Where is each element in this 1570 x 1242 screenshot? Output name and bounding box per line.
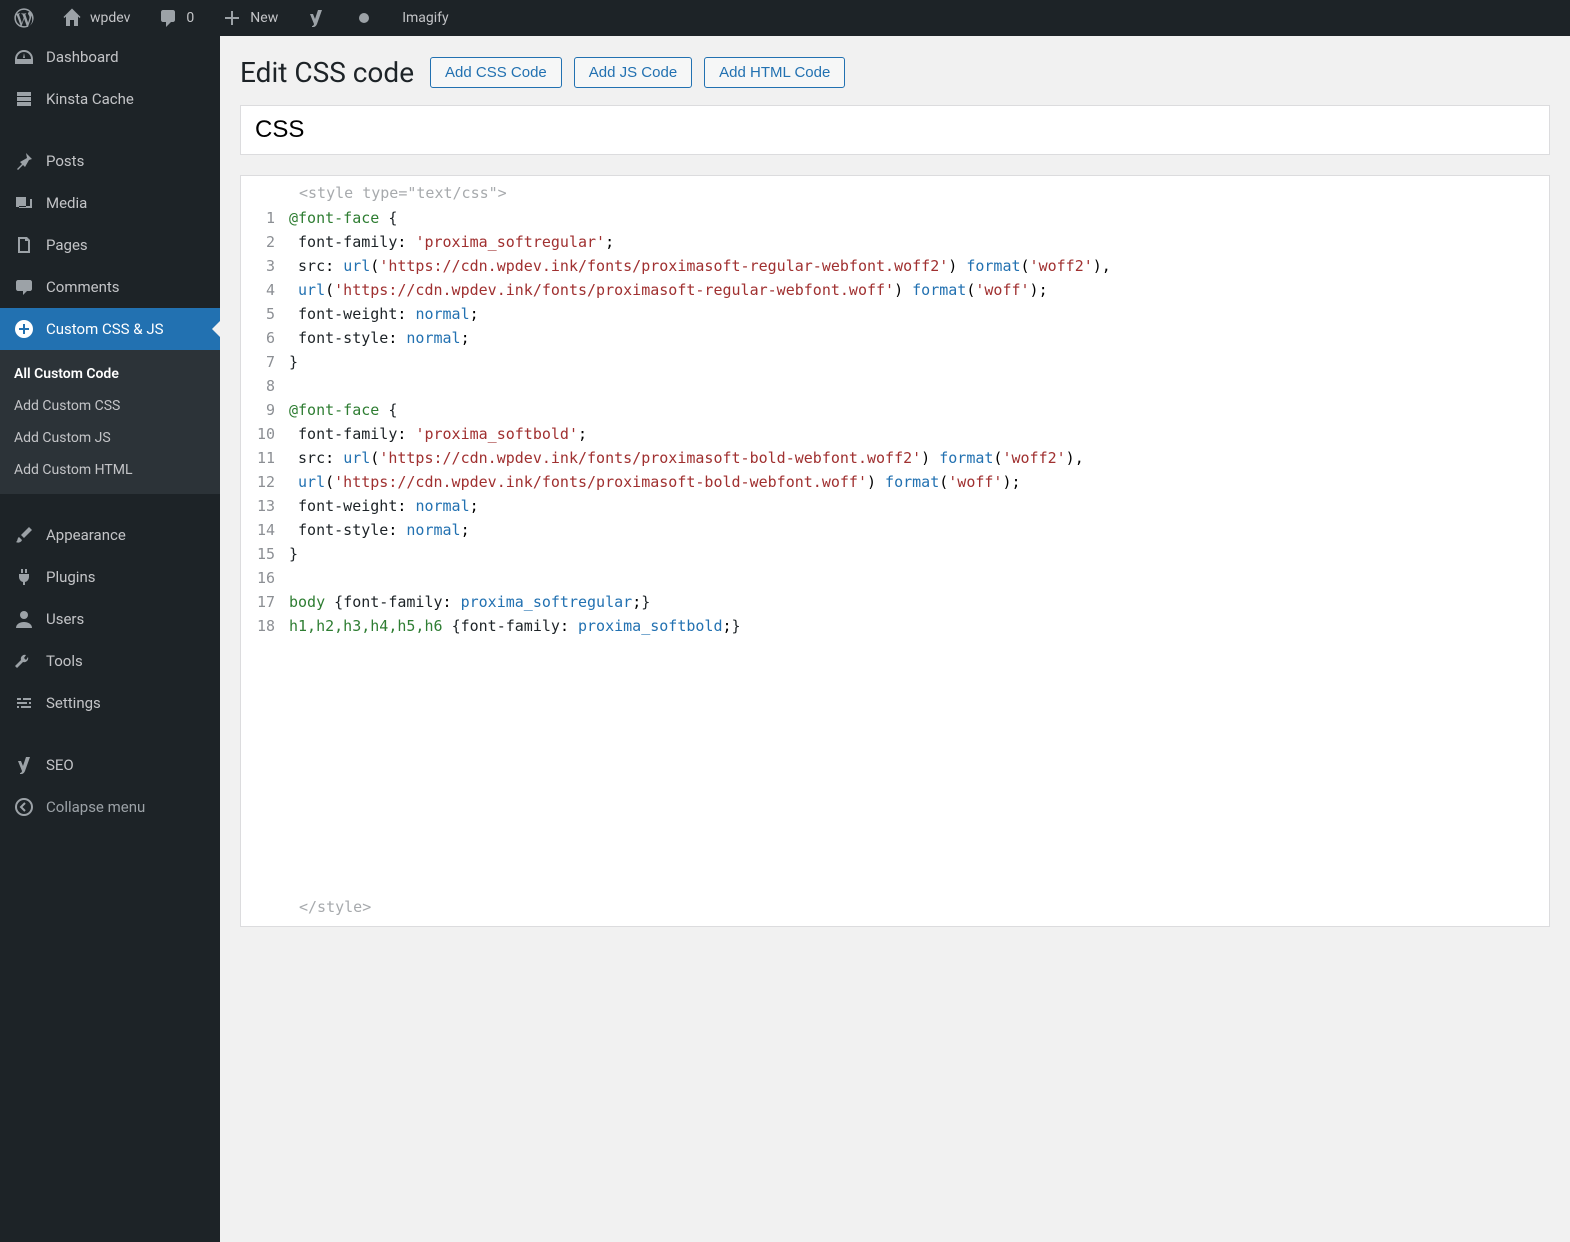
- submenu-item-add-custom-js[interactable]: Add Custom JS: [0, 422, 220, 454]
- yoast-icon: [306, 8, 326, 28]
- collapse-label: Collapse menu: [46, 798, 145, 816]
- admin-toolbar: wpdev 0 New Imagify: [0, 0, 1570, 36]
- editor-open-tag: <style type="text/css">: [241, 176, 1549, 206]
- sidebar-item-label: Plugins: [46, 568, 95, 586]
- sidebar-item-label: SEO: [46, 756, 74, 774]
- circle-icon: [354, 8, 374, 28]
- submenu-item-add-custom-css[interactable]: Add Custom CSS: [0, 390, 220, 422]
- sidebar-item-label: Kinsta Cache: [46, 90, 134, 108]
- plug-icon: [14, 567, 34, 587]
- editor-close-tag: </style>: [241, 638, 1549, 926]
- sidebar-item-users[interactable]: Users: [0, 598, 220, 640]
- status-dot[interactable]: [348, 0, 380, 36]
- sidebar-item-tools[interactable]: Tools: [0, 640, 220, 682]
- sidebar-item-label: Dashboard: [46, 48, 119, 66]
- home-icon: [62, 8, 82, 28]
- code-lines[interactable]: @font-face { font-family: 'proxima_softr…: [289, 206, 1549, 638]
- admin-sidebar: Dashboard Kinsta Cache Posts Media Pages Comm…: [0, 36, 220, 1242]
- sidebar-item-dashboard[interactable]: Dashboard: [0, 36, 220, 78]
- sidebar-item-label: Appearance: [46, 526, 126, 544]
- sidebar-item-settings[interactable]: Settings: [0, 682, 220, 724]
- imagify-link[interactable]: Imagify: [396, 0, 454, 36]
- cache-icon: [14, 89, 34, 109]
- sidebar-item-label: Posts: [46, 152, 84, 170]
- sidebar-item-label: Media: [46, 194, 87, 212]
- sidebar-item-plugins[interactable]: Plugins: [0, 556, 220, 598]
- brush-icon: [14, 525, 34, 545]
- submenu: All Custom CodeAdd Custom CSSAdd Custom …: [0, 350, 220, 494]
- pin-icon: [14, 151, 34, 171]
- page-icon: [14, 235, 34, 255]
- sidebar-item-comments[interactable]: Comments: [0, 266, 220, 308]
- dashboard-icon: [14, 47, 34, 67]
- sidebar-item-label: Settings: [46, 694, 101, 712]
- title-input[interactable]: [240, 105, 1550, 155]
- add-html-button[interactable]: Add HTML Code: [704, 57, 845, 88]
- user-icon: [14, 609, 34, 629]
- page-title: Edit CSS code: [240, 56, 414, 89]
- submenu-item-all-custom-code[interactable]: All Custom Code: [0, 358, 220, 390]
- yoast-link[interactable]: [300, 0, 332, 36]
- sidebar-item-label: Custom CSS & JS: [46, 320, 164, 338]
- comments-link[interactable]: 0: [152, 0, 200, 36]
- media-icon: [14, 193, 34, 213]
- plus-icon: [222, 8, 242, 28]
- code-editor[interactable]: <style type="text/css"> 1234567891011121…: [240, 175, 1550, 927]
- sidebar-item-posts[interactable]: Posts: [0, 140, 220, 182]
- add-js-button[interactable]: Add JS Code: [574, 57, 692, 88]
- code-area[interactable]: 123456789101112131415161718 @font-face {…: [241, 206, 1549, 638]
- seo-icon: [14, 755, 34, 775]
- sidebar-item-appearance[interactable]: Appearance: [0, 514, 220, 556]
- line-gutter: 123456789101112131415161718: [241, 206, 289, 638]
- sidebar-item-label: Pages: [46, 236, 88, 254]
- sidebar-item-label: Users: [46, 610, 84, 628]
- comment-icon: [14, 277, 34, 297]
- imagify-label: Imagify: [402, 10, 448, 26]
- wrench-icon: [14, 651, 34, 671]
- plus-icon: [14, 319, 34, 339]
- sidebar-item-media[interactable]: Media: [0, 182, 220, 224]
- wp-logo[interactable]: [8, 0, 40, 36]
- sidebar-item-seo[interactable]: SEO: [0, 744, 220, 786]
- add-css-button[interactable]: Add CSS Code: [430, 57, 562, 88]
- sidebar-item-custom-css-js[interactable]: Custom CSS & JS: [0, 308, 220, 350]
- app-body: Dashboard Kinsta Cache Posts Media Pages Comm…: [0, 36, 1570, 1242]
- site-link[interactable]: wpdev: [56, 0, 136, 36]
- sidebar-item-label: Tools: [46, 652, 83, 670]
- sidebar-item-kinsta-cache[interactable]: Kinsta Cache: [0, 78, 220, 120]
- sliders-icon: [14, 693, 34, 713]
- collapse-menu[interactable]: Collapse menu: [0, 786, 220, 828]
- comment-icon: [158, 8, 178, 28]
- new-label: New: [250, 10, 278, 26]
- site-name: wpdev: [90, 10, 130, 26]
- sidebar-item-pages[interactable]: Pages: [0, 224, 220, 266]
- main-content: Edit CSS code Add CSS Code Add JS Code A…: [220, 36, 1570, 1242]
- comment-count: 0: [186, 10, 194, 26]
- wordpress-icon: [14, 8, 34, 28]
- submenu-item-add-custom-html[interactable]: Add Custom HTML: [0, 454, 220, 486]
- sidebar-item-label: Comments: [46, 278, 120, 296]
- collapse-icon: [14, 797, 34, 817]
- new-content-link[interactable]: New: [216, 0, 284, 36]
- page-header: Edit CSS code Add CSS Code Add JS Code A…: [240, 56, 1550, 89]
